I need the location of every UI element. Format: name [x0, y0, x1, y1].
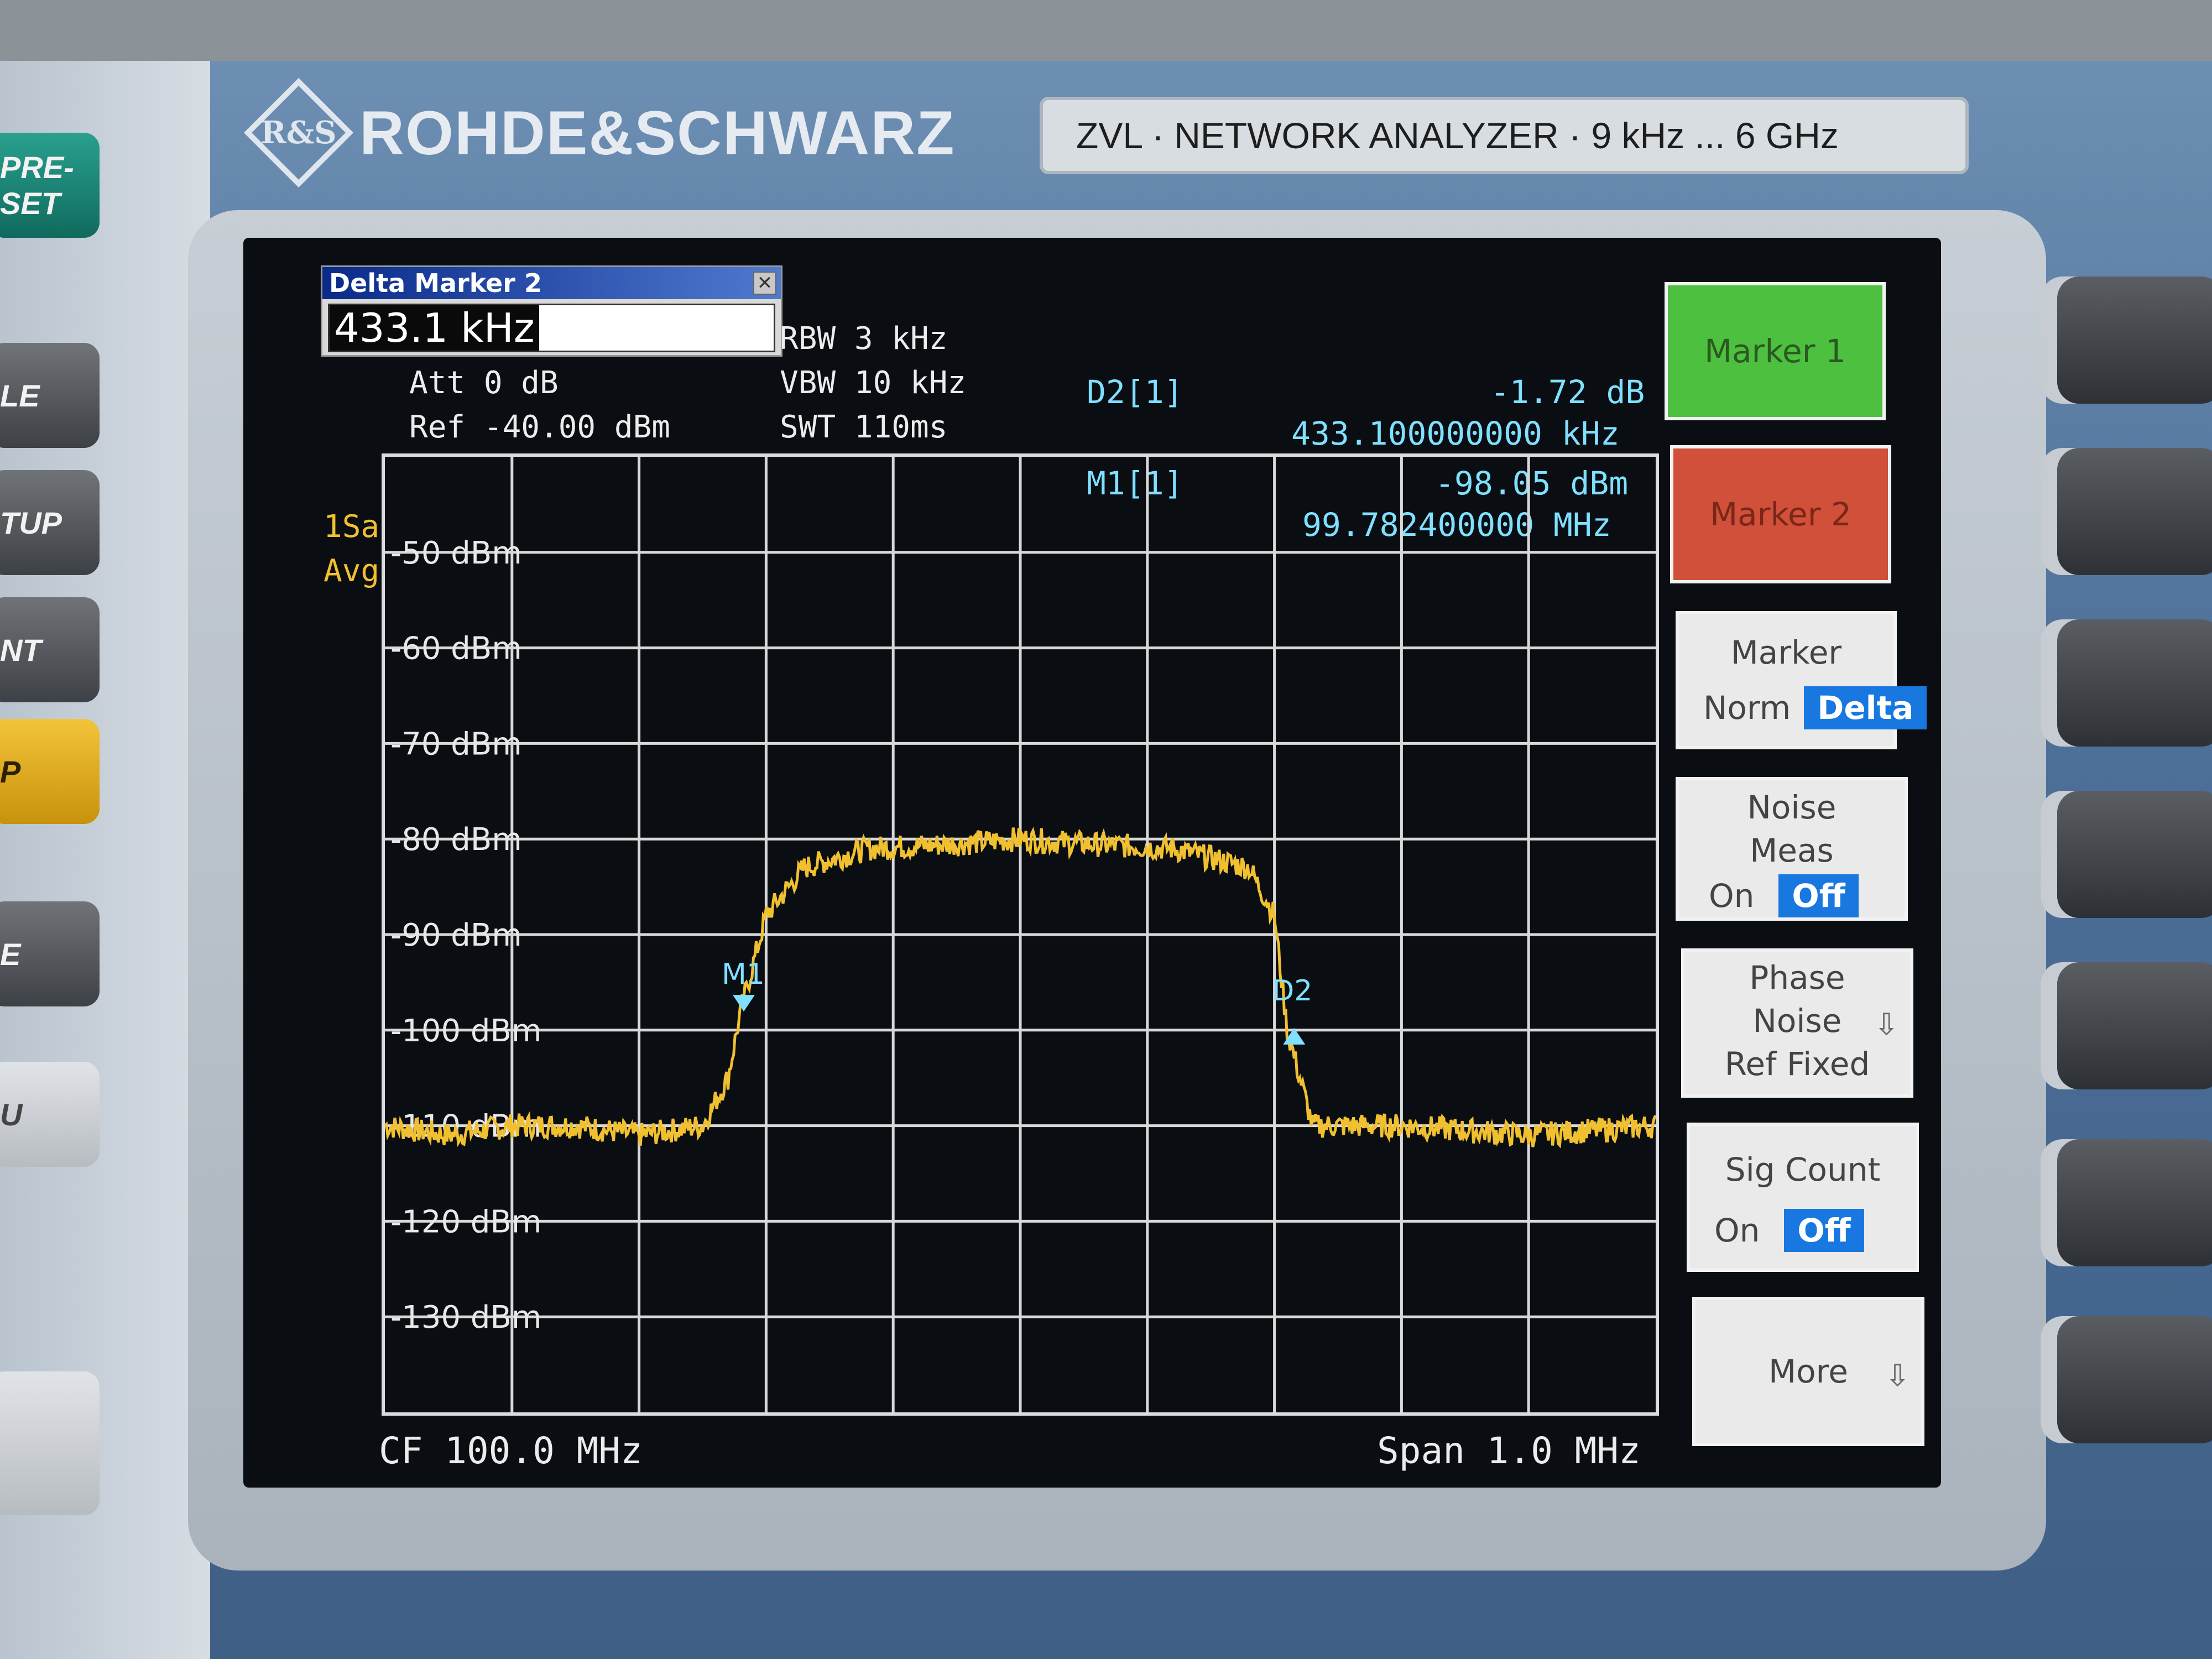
hardware-key-setup[interactable]: TUP: [0, 470, 100, 575]
toggle-option-norm[interactable]: Norm: [1690, 686, 1804, 729]
softkey-label: Ref Fixed: [1724, 1045, 1870, 1083]
brand-header: R&S ROHDE&SCHWARZ: [244, 78, 956, 187]
hardware-key-menu[interactable]: U: [0, 1062, 100, 1167]
softkey-label: Phase: [1749, 959, 1845, 997]
softkey-label: Marker 2: [1710, 495, 1851, 533]
attenuation-label: Att 0 dB: [409, 365, 559, 401]
hardware-key-power[interactable]: [0, 1371, 100, 1515]
y-tick-label: -50 dBm: [390, 535, 522, 571]
logo-text: R&S: [260, 114, 337, 152]
sig-count-softkey[interactable]: Sig Count On Off: [1687, 1123, 1919, 1272]
marker-1-softkey[interactable]: Marker 1: [1665, 282, 1886, 420]
y-tick-label: -80 dBm: [390, 822, 522, 858]
submenu-arrow-icon: ⇩: [1874, 1007, 1899, 1042]
softkey-hw-2[interactable]: [2057, 448, 2212, 575]
y-tick-label: -130 dBm: [390, 1300, 541, 1335]
y-tick-label: -100 dBm: [390, 1013, 541, 1049]
softkey-label: Marker 1: [1704, 332, 1846, 370]
spectrum-svg: -50 dBm -60 dBm -70 dBm -80 dBm -90 dBm -100 …: [385, 457, 1656, 1412]
softkey-hw-4[interactable]: [2057, 791, 2212, 918]
left-key-panel: PRE-SET LE TUP NT P E U: [0, 61, 210, 1659]
marker-label: M1: [722, 958, 765, 991]
hardware-key-le[interactable]: LE: [0, 343, 100, 448]
preset-key-label: PRE-SET: [0, 150, 74, 221]
sweep-time-label: SWT 110ms: [780, 409, 948, 445]
hardware-key-label: P: [0, 754, 21, 789]
softkey-label: Marker: [1730, 634, 1842, 671]
trace-sample-label: 1Sa: [324, 509, 380, 545]
center-frequency-label: CF 100.0 MHz: [379, 1430, 643, 1472]
rbw-label: RBW 3 kHz: [780, 321, 948, 357]
softkey-hw-1[interactable]: [2057, 276, 2212, 404]
hardware-key-label: U: [0, 1097, 23, 1132]
softkey-label: Noise: [1747, 789, 1837, 826]
toggle-option-off[interactable]: Off: [1778, 874, 1859, 917]
hardware-key-label: NT: [0, 632, 41, 667]
noise-meas-softkey[interactable]: Noise Meas On Off: [1676, 777, 1908, 921]
y-tick-label: -90 dBm: [390, 917, 522, 953]
marker-label: D2: [1272, 974, 1312, 1008]
hardware-key-label: E: [0, 936, 21, 972]
sig-count-toggle[interactable]: On Off: [1701, 1209, 1864, 1252]
reference-level-label: Ref -40.00 dBm: [409, 409, 671, 445]
phase-noise-softkey[interactable]: Phase Noise Ref Fixed ⇩: [1681, 948, 1913, 1098]
background-bench: [0, 0, 2212, 61]
submenu-arrow-icon: ⇩: [1885, 1358, 1910, 1393]
close-icon[interactable]: ✕: [753, 272, 776, 295]
delta-marker-input[interactable]: 433.1 kHz: [328, 304, 775, 352]
delta-marker-dialog[interactable]: Delta Marker 2 ✕ 433.1 kHz: [321, 265, 782, 357]
softkey-label: Meas: [1750, 832, 1834, 869]
more-softkey[interactable]: More ⇩: [1692, 1297, 1924, 1446]
toggle-option-delta[interactable]: Delta: [1804, 686, 1927, 729]
y-tick-label: -120 dBm: [390, 1204, 541, 1240]
hardware-key-help[interactable]: P: [0, 719, 100, 824]
softkey-hw-6[interactable]: [2057, 1139, 2212, 1266]
model-plate: ZVL · NETWORK ANALYZER · 9 kHz ... 6 GHz: [1040, 97, 1969, 174]
softkey-hw-5[interactable]: [2057, 962, 2212, 1089]
marker-readout-position: 433.100000000 kHz: [1291, 415, 1620, 452]
rohde-schwarz-logo-icon: R&S: [244, 78, 353, 187]
delta-marker-value: 433.1 kHz: [330, 305, 539, 351]
spectrum-plot[interactable]: -50 dBm -60 dBm -70 dBm -80 dBm -90 dBm -100 …: [382, 453, 1659, 1416]
preset-key[interactable]: PRE-SET: [0, 133, 100, 238]
span-label: Span 1.0 MHz: [1377, 1430, 1641, 1472]
marker-triangle: [732, 995, 755, 1012]
softkey-hw-7[interactable]: [2057, 1316, 2212, 1443]
marker-readout-name: D2[1]: [1087, 373, 1183, 411]
trace-detector-label: Avg: [324, 553, 380, 589]
y-tick-label: -60 dBm: [390, 631, 522, 667]
toggle-option-on[interactable]: On: [1695, 874, 1767, 917]
vbw-label: VBW 10 kHz: [780, 365, 967, 401]
y-tick-label: -70 dBm: [390, 726, 522, 762]
marker-2-softkey[interactable]: Marker 2: [1670, 445, 1891, 583]
hardware-key-label: TUP: [0, 505, 62, 540]
noise-meas-toggle[interactable]: On Off: [1695, 874, 1859, 917]
brand-name: ROHDE&SCHWARZ: [359, 98, 956, 168]
dialog-title: Delta Marker 2: [322, 267, 781, 299]
softkey-label: Sig Count: [1725, 1151, 1881, 1188]
hardware-key-file[interactable]: E: [0, 901, 100, 1006]
toggle-option-off[interactable]: Off: [1784, 1209, 1864, 1252]
marker-readout-value: -1.72 dB: [1490, 373, 1645, 411]
softkey-hw-3[interactable]: [2057, 619, 2212, 747]
marker-mode-softkey[interactable]: Marker Norm Delta: [1676, 611, 1927, 749]
toggle-option-on[interactable]: On: [1701, 1209, 1773, 1252]
hardware-key-label: LE: [0, 378, 40, 413]
hardware-key-print[interactable]: NT: [0, 597, 100, 702]
marker-mode-toggle[interactable]: Norm Delta: [1690, 686, 1927, 729]
